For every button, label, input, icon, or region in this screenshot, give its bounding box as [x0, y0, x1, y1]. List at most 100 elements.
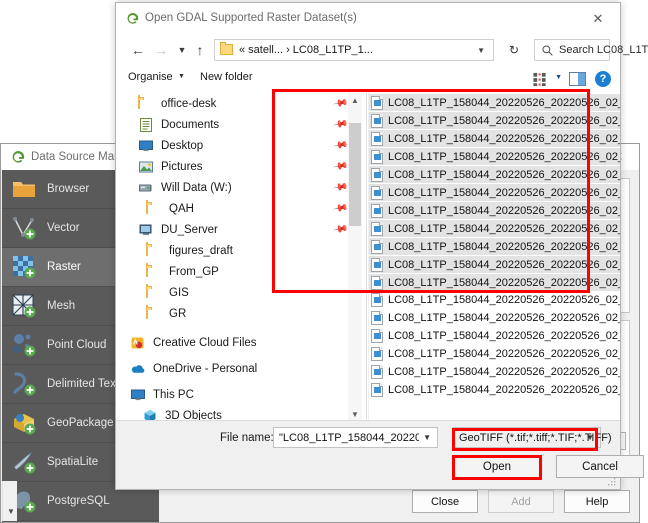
chevron-down-icon[interactable]: ▼ [172, 40, 192, 60]
close-icon[interactable]: ✕ [576, 3, 620, 34]
nav-item-figures-draft[interactable]: figures_draft [116, 240, 368, 261]
nav-item-gis[interactable]: GIS [116, 282, 368, 303]
file-name-input[interactable]: "LC08_L1TP_158044_20220526_202 ▼ [273, 427, 438, 448]
sidebar-item-label: Browser [47, 183, 90, 195]
open-button[interactable]: Open [453, 455, 541, 478]
scrollbar-thumb[interactable] [349, 123, 361, 226]
list-item[interactable]: LC08_L1TP_158044_20220526_20220526_02_RT… [369, 273, 620, 291]
pin-icon[interactable]: 📌 [332, 116, 349, 132]
pin-icon[interactable]: 📌 [332, 137, 349, 153]
close-button[interactable]: Close [412, 490, 478, 513]
list-item[interactable]: LC08_L1TP_158044_20220526_20220526_02_RT… [369, 147, 620, 165]
help-icon[interactable]: ? [595, 71, 611, 87]
list-item[interactable]: LC08_L1TP_158044_20220526_20220526_02_RT… [369, 255, 620, 273]
tif-file-icon [371, 204, 383, 218]
nav-item-3d-objects[interactable]: 3D Objects [116, 405, 368, 421]
list-item[interactable]: LC08_L1TP_158044_20220526_20220526_02_RT… [369, 111, 620, 129]
chevron-down-icon[interactable]: ▼ [586, 433, 594, 442]
point-cloud-icon [10, 331, 38, 359]
nav-item-label: This PC [153, 388, 194, 401]
nav-item-this-pc[interactable]: This PC [116, 384, 368, 405]
organise-button[interactable]: Organise [128, 71, 173, 83]
chevron-down-icon[interactable]: ▼ [477, 46, 485, 55]
nav-item-will-data[interactable]: Will Data (W:) 📌 [116, 177, 368, 198]
file-name-value: "LC08_L1TP_158044_20220526_202 [279, 432, 419, 444]
refresh-icon[interactable]: ↻ [501, 39, 527, 61]
file-dialog-navigation-row: ← → ▼ ↑ « satell... › LC08_L1TP_1... ▼ ↻… [116, 34, 648, 66]
nav-item-du-server[interactable]: DU_Server 📌 [116, 219, 368, 240]
breadcrumb: « satell... › LC08_L1TP_1... [239, 44, 373, 56]
list-item[interactable]: LC08_L1TP_158044_20220526_20220526_02_RT… [369, 381, 620, 399]
tif-file-icon [371, 383, 383, 397]
qgis-sidebar-scrollbar[interactable]: ▼ [2, 481, 17, 521]
address-bar[interactable]: « satell... › LC08_L1TP_1... ▼ [214, 39, 494, 61]
resize-grip-icon[interactable] [608, 478, 616, 486]
arrow-left-icon[interactable]: ← [128, 40, 148, 60]
arrow-right-icon[interactable]: → [151, 40, 171, 60]
list-item[interactable]: LC08_L1TP_158044_20220526_20220526_02_RT… [369, 183, 620, 201]
new-folder-button[interactable]: New folder [200, 71, 253, 83]
view-layout-icon[interactable] [532, 72, 548, 87]
tif-file-icon [371, 276, 383, 290]
nav-item-onedrive-personal[interactable]: OneDrive - Personal [116, 358, 368, 379]
nav-item-from-gp[interactable]: From_GP [116, 261, 368, 282]
file-name: LC08_L1TP_158044_20220526_20220526_02_RT… [388, 96, 620, 109]
file-name: LC08_L1TP_158044_20220526_20220526_02_RT… [388, 258, 620, 271]
sidebar-item-mssql[interactable]: MSSQL [2, 521, 159, 522]
cancel-button[interactable]: Cancel [556, 455, 644, 478]
file-name: LC08_L1TP_158044_20220526_20220526_02_RT… [388, 330, 620, 342]
pin-icon[interactable]: 📌 [332, 158, 349, 174]
nav-item-label: OneDrive - Personal [153, 362, 258, 375]
tif-file-icon [371, 311, 383, 325]
nav-item-documents[interactable]: Documents 📌 [116, 114, 368, 135]
sidebar-item-label: Point Cloud [47, 339, 107, 351]
list-item[interactable]: LC08_L1TP_158044_20220526_20220526_02_RT… [369, 237, 620, 255]
chevron-down-icon[interactable]: ▼ [423, 433, 431, 442]
add-button[interactable]: Add [488, 490, 554, 513]
pictures-icon [138, 159, 154, 175]
navigation-pane-scrollbar[interactable]: ▲ ▼ [348, 93, 362, 421]
list-item[interactable]: LC08_L1TP_158044_20220526_20220526_02_RT… [369, 327, 620, 345]
nav-item-qah[interactable]: QAH 📌 [116, 198, 368, 219]
nav-item-desktop[interactable]: Desktop 📌 [116, 135, 368, 156]
list-item[interactable]: LC08_L1TP_158044_20220526_20220526_02_RT… [369, 129, 620, 147]
pin-icon[interactable]: 📌 [332, 179, 349, 195]
list-item[interactable]: LC08_L1TP_158044_20220526_20220526_02_RT… [369, 93, 620, 111]
pin-icon[interactable]: 📌 [332, 221, 349, 237]
nav-item-gr[interactable]: GR [116, 303, 368, 324]
nav-item-office-desk[interactable]: office-desk 📌 [116, 93, 368, 114]
file-name: LC08_L1TP_158044_20220526_20220526_02_RT… [388, 150, 620, 163]
preview-pane-icon[interactable] [569, 72, 586, 86]
search-input[interactable]: Search LC08_L1TP_158044_2... [559, 44, 648, 56]
chevron-down-icon[interactable]: ▼ [178, 73, 185, 80]
chevron-down-icon[interactable]: ▼ [348, 407, 362, 421]
list-item[interactable]: LC08_L1TP_158044_20220526_20220526_02_RT… [369, 201, 620, 219]
list-item[interactable]: LC08_L1TP_158044_20220526_20220526_02_RT… [369, 165, 620, 183]
chevron-up-icon[interactable]: ▲ [348, 93, 362, 107]
file-type-filter-select[interactable]: GeoTIFF (*.tif;*.tiff;*.TIF;*.TIFF) ▼ [453, 427, 612, 448]
chevron-down-icon[interactable]: ▼ [5, 505, 17, 517]
creative-cloud-icon [130, 335, 146, 351]
arrow-up-icon[interactable]: ↑ [190, 40, 210, 60]
file-name: LC08_L1TP_158044_20220526_20220526_02_RT… [388, 222, 620, 235]
desktop-icon [138, 138, 154, 154]
nav-item-creative-cloud-files[interactable]: Creative Cloud Files [116, 332, 368, 353]
file-list: LC08_L1TP_158044_20220526_20220526_02_RT… [369, 93, 620, 421]
pin-icon[interactable]: 📌 [332, 95, 349, 111]
list-item[interactable]: LC08_L1TP_158044_20220526_20220526_02_RT… [369, 291, 620, 309]
nav-item-pictures[interactable]: Pictures 📌 [116, 156, 368, 177]
list-item[interactable]: LC08_L1TP_158044_20220526_20220526_02_RT… [369, 345, 620, 363]
search-box[interactable]: Search LC08_L1TP_158044_2... [534, 39, 648, 61]
pin-icon[interactable]: 📌 [332, 200, 349, 216]
list-item[interactable]: LC08_L1TP_158044_20220526_20220526_02_RT… [369, 219, 620, 237]
file-name-label: File name: [220, 432, 274, 444]
tif-file-icon [371, 186, 383, 200]
geopackage-icon [10, 409, 38, 437]
chevron-down-icon[interactable]: ▼ [555, 74, 562, 81]
list-item[interactable]: LC08_L1TP_158044_20220526_20220526_02_RT… [369, 363, 620, 381]
help-button[interactable]: Help [564, 490, 630, 513]
list-item[interactable]: LC08_L1TP_158044_20220526_20220526_02_RT… [369, 309, 620, 327]
file-name: LC08_L1TP_158044_20220526_20220526_02_RT… [388, 114, 620, 127]
mesh-icon [10, 292, 38, 320]
nav-item-label: From_GP [169, 265, 219, 278]
